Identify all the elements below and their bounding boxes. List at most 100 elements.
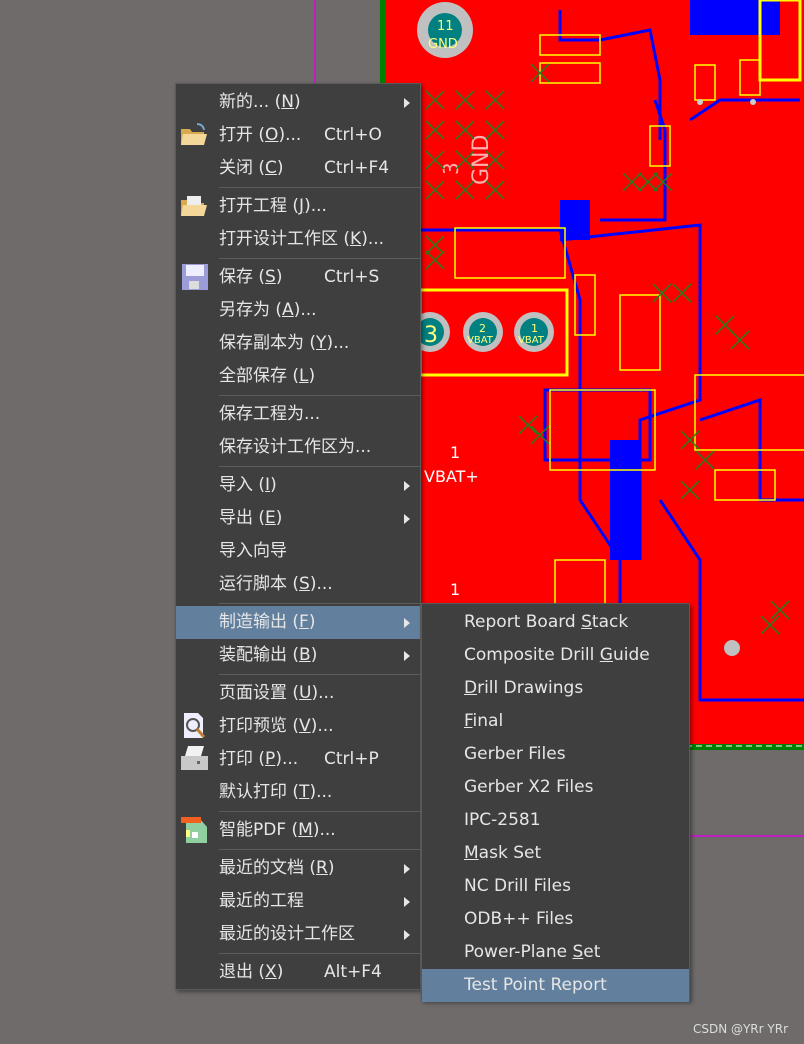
submenu-arrow-icon: [404, 98, 410, 108]
submenu-item[interactable]: Composite Drill Guide: [422, 639, 689, 672]
menu-separator: [219, 849, 420, 850]
menu-item[interactable]: 打开工程 (J)...: [176, 190, 420, 223]
menu-item[interactable]: 保存工程为...: [176, 398, 420, 431]
menu-item[interactable]: 另存为 (A)...: [176, 294, 420, 327]
menu-item[interactable]: 新的... (N): [176, 86, 420, 119]
shortcut-label: Ctrl+O: [324, 125, 382, 145]
pad-label: 11: [437, 19, 454, 34]
menu-item-label: 最近的设计工作区: [219, 924, 355, 944]
submenu-item-label: Composite Drill Guide: [464, 645, 650, 665]
menu-item[interactable]: 智能PDF (M)...: [176, 814, 420, 847]
submenu-item-label: IPC-2581: [464, 810, 541, 830]
menu-item[interactable]: 页面设置 (U)...: [176, 677, 420, 710]
pad-label: 2: [479, 322, 486, 335]
smart-pdf-icon: [179, 816, 209, 844]
menu-item[interactable]: 运行脚本 (S)...: [176, 568, 420, 601]
watermark: CSDN @YRr YRr: [692, 1022, 788, 1036]
menu-separator: [219, 603, 420, 604]
menu-item[interactable]: 打印 (P)... Ctrl+P: [176, 743, 420, 776]
net-label: 1: [450, 580, 460, 599]
net-label: 1: [450, 443, 460, 462]
menu-item[interactable]: 保存设计工作区为...: [176, 431, 420, 464]
submenu-item[interactable]: Test Point Report: [422, 969, 689, 1002]
menu-item-label: 最近的文档 (R): [219, 858, 335, 878]
menu-item[interactable]: 制造输出 (F): [176, 606, 420, 639]
menu-separator: [219, 187, 420, 188]
menu-separator: [219, 811, 420, 812]
submenu-item[interactable]: Power-Plane Set: [422, 936, 689, 969]
net-label: VBAT+: [424, 467, 479, 486]
menu-item[interactable]: 最近的设计工作区: [176, 918, 420, 951]
submenu-item-label: NC Drill Files: [464, 876, 571, 896]
open-folder-icon: [179, 121, 209, 149]
menu-item-label: 全部保存 (L): [219, 366, 316, 386]
file-menu: 新的... (N) 打开 (O)... Ctrl+O 关闭 (C) Ctrl+F4 打开工…: [175, 83, 421, 990]
menu-item-label: 保存工程为...: [219, 404, 321, 424]
pad-label: 3: [424, 323, 438, 348]
menu-item[interactable]: 打开设计工作区 (K)...: [176, 223, 420, 256]
menu-item-label: 退出 (X): [219, 962, 284, 982]
menu-item-label: 制造输出 (F): [219, 612, 316, 632]
pad-label: 1: [531, 322, 538, 335]
menu-item-label: 关闭 (C): [219, 158, 284, 178]
menu-item-label: 新的... (N): [219, 92, 301, 112]
menu-separator: [219, 395, 420, 396]
menu-item-label: 打印预览 (V)...: [219, 716, 334, 736]
menu-item[interactable]: 保存副本为 (Y)...: [176, 327, 420, 360]
menu-item-label: 默认打印 (T)...: [219, 782, 333, 802]
menu-item[interactable]: 导出 (E): [176, 502, 420, 535]
submenu-item[interactable]: IPC-2581: [422, 804, 689, 837]
pad-net-label: GND: [428, 37, 458, 52]
menu-item-label: 打印 (P)...: [219, 749, 299, 769]
menu-item-label: 打开工程 (J)...: [219, 196, 327, 216]
menu-item[interactable]: 退出 (X) Alt+F4: [176, 956, 420, 989]
shortcut-label: Ctrl+F4: [324, 158, 390, 178]
submenu-item[interactable]: NC Drill Files: [422, 870, 689, 903]
submenu-item[interactable]: Gerber X2 Files: [422, 771, 689, 804]
menu-item-label: 保存设计工作区为...: [219, 437, 372, 457]
pad-net-label: VBAT: [467, 335, 494, 346]
submenu-item[interactable]: Mask Set: [422, 837, 689, 870]
printer-icon: [179, 745, 209, 773]
open-project-icon: [179, 192, 209, 220]
submenu-arrow-icon: [404, 930, 410, 940]
menu-item[interactable]: 全部保存 (L): [176, 360, 420, 393]
submenu-item-label: Gerber X2 Files: [464, 777, 594, 797]
submenu-item-label: Power-Plane Set: [464, 942, 601, 962]
menu-item[interactable]: 关闭 (C) Ctrl+F4: [176, 152, 420, 185]
menu-item[interactable]: 打开 (O)... Ctrl+O: [176, 119, 420, 152]
submenu-item[interactable]: ODB++ Files: [422, 903, 689, 936]
menu-item[interactable]: 最近的文档 (R): [176, 852, 420, 885]
save-disk-icon: [179, 263, 209, 291]
menu-item[interactable]: 装配输出 (B): [176, 639, 420, 672]
menu-item-label: 运行脚本 (S)...: [219, 574, 333, 594]
menu-item-label: 装配输出 (B): [219, 645, 318, 665]
menu-item-label: 页面设置 (U)...: [219, 683, 335, 703]
submenu-item[interactable]: Report Board Stack: [422, 606, 689, 639]
submenu-item[interactable]: Final: [422, 705, 689, 738]
submenu-item-label: Mask Set: [464, 843, 542, 863]
shortcut-label: Ctrl+S: [324, 267, 380, 287]
menu-item-label: 保存 (S): [219, 267, 283, 287]
submenu-arrow-icon: [404, 481, 410, 491]
menu-item-label: 最近的工程: [219, 891, 304, 911]
submenu-item-label: Gerber Files: [464, 744, 566, 764]
menu-item-label: 打开设计工作区 (K)...: [219, 229, 385, 249]
menu-separator: [219, 258, 420, 259]
menu-item[interactable]: 默认打印 (T)...: [176, 776, 420, 809]
menu-item[interactable]: 最近的工程: [176, 885, 420, 918]
submenu-arrow-icon: [404, 897, 410, 907]
menu-item[interactable]: 导入 (I): [176, 469, 420, 502]
submenu-item-label: Drill Drawings: [464, 678, 584, 698]
submenu-arrow-icon: [404, 618, 410, 628]
menu-item[interactable]: 保存 (S) Ctrl+S: [176, 261, 420, 294]
submenu-arrow-icon: [404, 864, 410, 874]
menu-item[interactable]: 导入向导: [176, 535, 420, 568]
submenu-item[interactable]: Gerber Files: [422, 738, 689, 771]
menu-item-label: 保存副本为 (Y)...: [219, 333, 350, 353]
submenu-item[interactable]: Drill Drawings: [422, 672, 689, 705]
print-preview-icon: [179, 712, 209, 740]
submenu-item-label: Test Point Report: [464, 975, 607, 995]
menu-item-label: 导入 (I): [219, 475, 277, 495]
menu-item[interactable]: 打印预览 (V)...: [176, 710, 420, 743]
